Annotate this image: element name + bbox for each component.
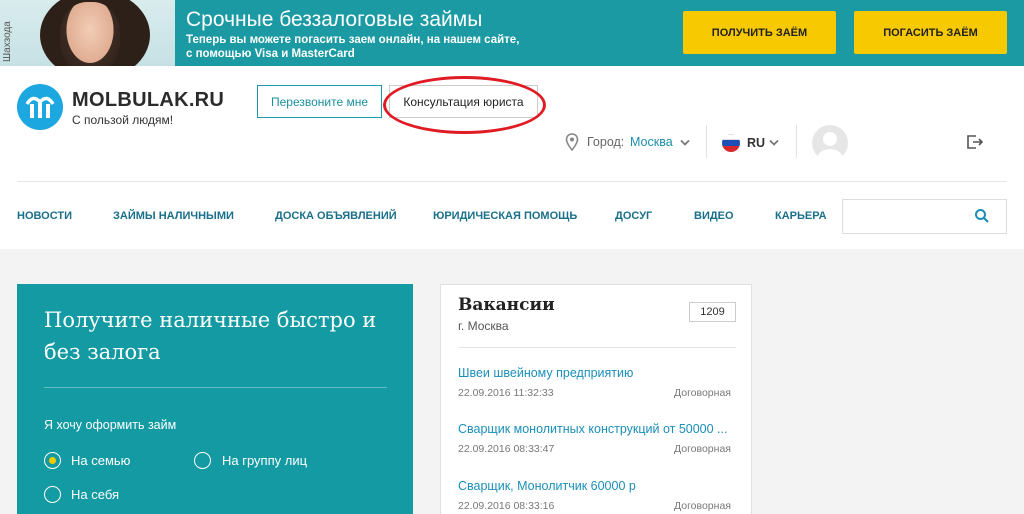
- nav-video[interactable]: ВИДЕО: [694, 210, 734, 222]
- promo-banner[interactable]: Шахзода Срочные беззалоговые займы Тепер…: [0, 0, 1024, 66]
- highlight-ellipse: [383, 76, 546, 134]
- loan-divider: [44, 387, 387, 388]
- chevron-down-icon[interactable]: [680, 139, 690, 149]
- city-select[interactable]: Москва: [630, 135, 673, 149]
- get-loan-button[interactable]: ПОЛУЧИТЬ ЗАЁМ: [683, 11, 836, 54]
- radio-group[interactable]: [194, 452, 211, 469]
- loan-label: Я хочу оформить займ: [44, 418, 177, 432]
- job-title-link[interactable]: Швеи швейному предприятию: [458, 366, 740, 380]
- logo-tagline: С пользой людям!: [72, 113, 174, 127]
- divider: [796, 125, 797, 158]
- job-date: 22.09.2016 08:33:16: [458, 500, 555, 512]
- loan-title: Получите наличные быстро и без залога: [44, 308, 377, 364]
- chevron-down-icon[interactable]: [769, 139, 779, 149]
- radio-self[interactable]: [44, 486, 61, 503]
- nav-career[interactable]: КАРЬЕРА: [775, 210, 827, 222]
- vacancies-city: г. Москва: [458, 319, 509, 333]
- logo-name[interactable]: MOLBULAK.RU: [72, 89, 224, 112]
- russia-flag-icon[interactable]: [722, 134, 740, 152]
- location-pin-icon: [565, 133, 579, 152]
- nav-cash-loans[interactable]: ЗАЙМЫ НАЛИЧНЫМИ: [113, 210, 234, 222]
- search-icon[interactable]: [974, 208, 990, 224]
- pay-loan-button[interactable]: ПОГАСИТЬ ЗАЁМ: [854, 11, 1007, 54]
- person-photo: [60, 2, 120, 66]
- logo-icon[interactable]: [17, 84, 63, 130]
- banner-photo-caption: Шахзода: [2, 21, 13, 62]
- banner-title: Срочные беззалоговые займы: [186, 8, 483, 31]
- nav-classifieds[interactable]: ДОСКА ОБЪЯВЛЕНИЙ: [275, 210, 397, 222]
- nav-news[interactable]: НОВОСТИ: [17, 210, 72, 222]
- radio-label: На семью: [71, 453, 131, 468]
- nav-leisure[interactable]: ДОСУГ: [615, 210, 652, 222]
- radio-family[interactable]: [44, 452, 61, 469]
- vacancies-title[interactable]: Вакансии: [458, 295, 555, 315]
- banner-photo: Шахзода: [0, 0, 175, 66]
- radio-label: На себя: [71, 487, 120, 502]
- job-date: 22.09.2016 11:32:33: [458, 387, 554, 399]
- vacancies-divider: [458, 347, 736, 348]
- job-pay: Договорная: [674, 443, 731, 455]
- logout-icon[interactable]: [966, 134, 984, 150]
- banner-subtitle: Теперь вы можете погасить заем онлайн, н…: [186, 34, 520, 60]
- job-title-link[interactable]: Сварщик монолитных конструкций от 50000 …: [458, 422, 740, 436]
- job-pay: Договорная: [674, 500, 731, 512]
- city-label: Город:: [587, 135, 625, 149]
- vacancies-count-badge: 1209: [689, 302, 736, 322]
- job-title-link[interactable]: Сварщик, Монолитчик 60000 р: [458, 479, 740, 493]
- avatar[interactable]: [812, 125, 848, 161]
- job-date: 22.09.2016 08:33:47: [458, 443, 555, 455]
- nav-legal-help[interactable]: ЮРИДИЧЕСКАЯ ПОМОЩЬ: [433, 210, 577, 222]
- language-select[interactable]: RU: [747, 136, 765, 150]
- radio-label: На группу лиц: [222, 453, 308, 468]
- header-divider: [17, 181, 1007, 182]
- callback-button[interactable]: Перезвоните мне: [257, 85, 382, 118]
- divider: [706, 125, 707, 158]
- job-pay: Договорная: [674, 387, 731, 399]
